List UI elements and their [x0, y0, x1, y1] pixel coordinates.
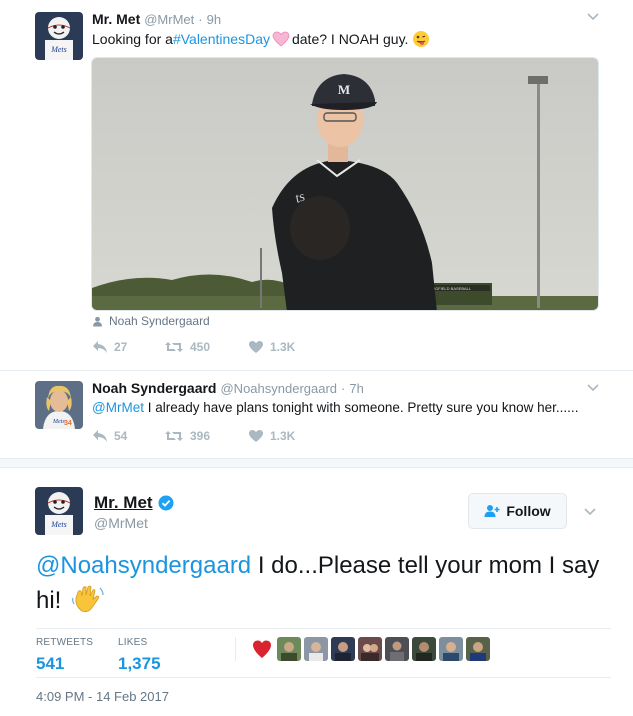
liker-avatar[interactable] — [412, 637, 436, 661]
liker-avatar[interactable] — [385, 637, 409, 661]
hashtag-link[interactable]: #ValentinesDay — [173, 31, 270, 47]
mrmet-avatar[interactable]: Mets — [35, 487, 83, 535]
retweet-icon — [165, 431, 183, 441]
tweet-photo[interactable]: SPRINGFIELD BASEBALL M ts — [91, 57, 599, 311]
tweet-text-prefix: Looking for a — [92, 31, 173, 47]
syndergaard-avatar[interactable]: Mets 34 — [35, 381, 83, 429]
reply-count: 27 — [114, 340, 128, 354]
tweet-text-body: I already have plans tonight with someon… — [143, 400, 579, 415]
retweet-button[interactable]: 396 — [164, 429, 234, 443]
tweet-syndergaard-reply[interactable]: Mets 34 Noah Syndergaard @Noahsyndergaar… — [0, 370, 633, 460]
chevron-down-icon[interactable] — [582, 503, 598, 519]
tweet-text: @MrMet I already have plans tonight with… — [92, 400, 578, 415]
liker-avatar[interactable] — [466, 637, 490, 661]
tweet-timestamp[interactable]: 4:09 PM - 14 Feb 2017 — [36, 689, 169, 704]
chevron-down-icon[interactable] — [585, 379, 601, 395]
winking-tongue-emoji-icon — [413, 31, 430, 47]
svg-text:34: 34 — [64, 420, 72, 427]
like-count: 1.3K — [270, 340, 296, 354]
tweet-text: Looking for a #ValentinesDay date? I NOA… — [92, 30, 430, 48]
tweet-actions: 27 450 1.3K — [92, 340, 325, 354]
retweets-stat[interactable]: RETWEETS 541 — [36, 637, 93, 674]
heart-icon — [249, 341, 263, 353]
tweet-text: @Noahsyndergaard I do...Please tell your… — [36, 548, 611, 618]
tweet-text-suffix: date? I NOAH guy. — [291, 31, 409, 47]
retweet-count: 396 — [190, 429, 211, 443]
tweet-separator — [0, 458, 633, 468]
follow-button[interactable]: Follow — [468, 493, 567, 529]
like-button[interactable]: 1.3K — [248, 429, 295, 443]
mrmet-avatar[interactable]: Mets — [35, 12, 83, 60]
mention-link[interactable]: @MrMet — [92, 400, 144, 415]
likes-value[interactable]: 1,375 — [118, 654, 161, 674]
svg-text:Mets: Mets — [50, 45, 67, 54]
pink-heart-icon — [272, 31, 290, 47]
mention-link[interactable]: @Noahsyndergaard — [36, 552, 251, 579]
reply-button[interactable]: 27 — [92, 340, 152, 354]
chevron-down-icon[interactable] — [585, 8, 601, 24]
retweets-value[interactable]: 541 — [36, 654, 93, 674]
liker-avatar[interactable] — [250, 637, 274, 661]
likes-label: LIKES — [118, 637, 148, 648]
tweet-time[interactable]: 9h — [207, 12, 221, 27]
liker-avatar[interactable] — [358, 637, 382, 661]
retweet-button[interactable]: 450 — [164, 340, 234, 354]
author-name[interactable]: Mr. Met — [94, 493, 153, 513]
author-name[interactable]: Mr. Met — [92, 11, 140, 27]
liker-avatar[interactable] — [439, 637, 463, 661]
person-icon — [93, 316, 102, 326]
reply-count: 54 — [114, 429, 128, 443]
retweet-count: 450 — [190, 340, 211, 354]
like-count: 1.3K — [270, 429, 296, 443]
engagement-stats: RETWEETS 541 LIKES 1,375 — [36, 628, 611, 678]
reply-icon — [93, 430, 107, 442]
author-handle[interactable]: @Noahsyndergaard — [220, 381, 337, 396]
tweet-actions: 54 396 1.3K — [92, 429, 325, 443]
waving-hand-emoji-icon — [72, 585, 104, 613]
reply-icon — [93, 341, 107, 353]
heart-icon — [249, 430, 263, 442]
tweet-time[interactable]: 7h — [349, 381, 363, 396]
liker-avatars — [235, 637, 490, 661]
liker-avatar[interactable] — [304, 637, 328, 661]
verified-badge-icon — [158, 495, 174, 511]
retweet-icon — [165, 342, 183, 352]
author-handle[interactable]: @MrMet — [94, 515, 148, 531]
likes-stat[interactable]: LIKES 1,375 — [118, 637, 161, 674]
photo-tag[interactable]: Noah Syndergaard — [92, 314, 210, 328]
retweets-label: RETWEETS — [36, 637, 94, 648]
tweet-mrmet-permalink: Mets Mr. Met @MrMet Follow @Noahsynderga… — [0, 468, 633, 716]
author-handle[interactable]: @MrMet — [144, 12, 194, 27]
follow-label: Follow — [506, 503, 551, 519]
tweet-mrmet-valentines[interactable]: Mets Mr. Met @MrMet · 9h Looking for a #… — [0, 0, 633, 370]
author-name[interactable]: Noah Syndergaard — [92, 380, 216, 396]
reply-button[interactable]: 54 — [92, 429, 152, 443]
svg-text:Mets: Mets — [50, 520, 67, 529]
svg-text:M: M — [338, 82, 350, 97]
photo-tag-name[interactable]: Noah Syndergaard — [109, 314, 210, 328]
liker-avatar[interactable] — [331, 637, 355, 661]
like-button[interactable]: 1.3K — [248, 340, 295, 354]
liker-avatar[interactable] — [277, 637, 301, 661]
add-user-icon — [484, 505, 500, 517]
photo-baseball-player-image: SPRINGFIELD BASEBALL M ts — [92, 58, 598, 310]
